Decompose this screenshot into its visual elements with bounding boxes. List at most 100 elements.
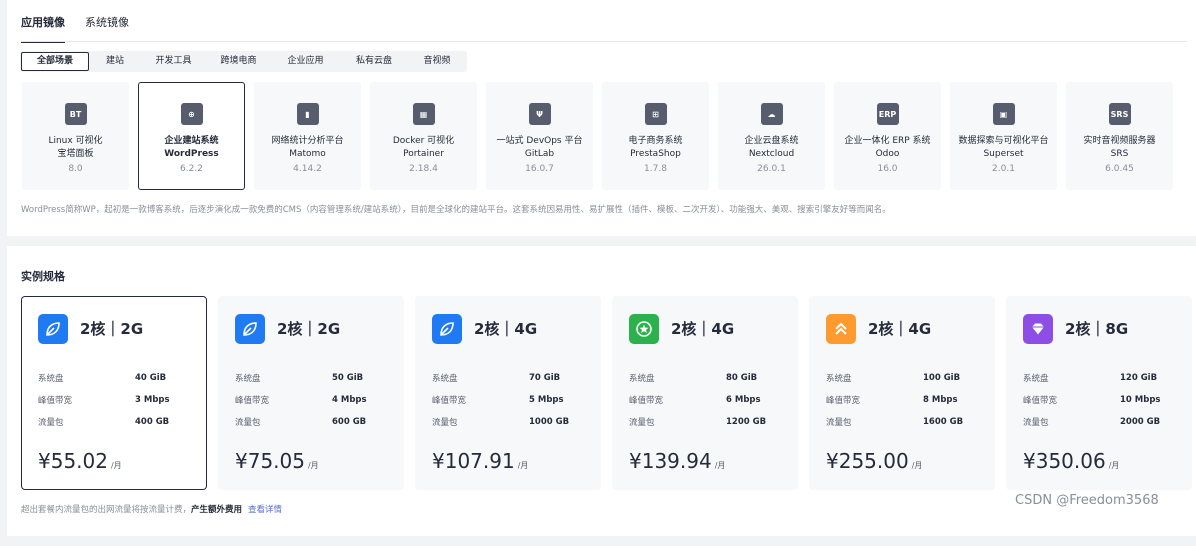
tab-app-image[interactable]: 应用镜像 — [21, 14, 65, 43]
image-selection-panel: 应用镜像 系统镜像 全部场景 建站 开发工具 跨境电商 企业应用 私有云盘 音视… — [7, 0, 1196, 236]
app-card[interactable]: ▮ 网络统计分析平台 Matomo 4.14.2 — [254, 82, 361, 190]
spec-value: 6 Mbps — [726, 395, 761, 405]
bt-panel-icon: BT — [64, 103, 87, 125]
app-name-line2: PrestaShop — [630, 149, 681, 159]
spec-row-bandwidth: 峰值带宽 10 Mbps — [1023, 389, 1183, 411]
image-tabs: 应用镜像 系统镜像 — [21, 14, 129, 43]
app-name: 企业建站系统 WordPress — [139, 135, 244, 161]
app-card[interactable]: ☁ 企业云盘系统 Nextcloud 26.0.1 — [718, 82, 825, 190]
app-name-line1: 数据探索与可视化平台 — [958, 136, 1049, 146]
app-name-line1: 电子商务系统 — [628, 136, 683, 146]
spec-value: 1200 GB — [726, 417, 767, 427]
app-name-line2: SRS — [1110, 149, 1129, 159]
app-card[interactable]: ▦ Docker 可视化 Portainer 2.18.4 — [370, 82, 477, 190]
spec-label: 峰值带宽 — [1023, 396, 1058, 406]
spec-row-disk: 系统盘 70 GiB — [432, 367, 592, 389]
app-card[interactable]: ⊞ 电子商务系统 PrestaShop 1.7.8 — [602, 82, 709, 190]
scene-dev-tools[interactable]: 开发工具 — [141, 52, 206, 71]
spec-value: 40 GiB — [135, 373, 167, 383]
app-name: 数据探索与可视化平台 Superset — [951, 135, 1056, 161]
spec-label: 系统盘 — [38, 374, 64, 384]
app-card[interactable]: ERP 企业一体化 ERP 系统 Odoo 16.0 — [834, 82, 941, 190]
app-name-line2: GitLab — [524, 149, 555, 159]
spec-row-traffic: 流量包 1600 GB — [826, 411, 986, 433]
prestashop-icon: ⊞ — [644, 103, 667, 125]
spec-row-disk: 系统盘 120 GiB — [1023, 367, 1183, 389]
spec-label: 峰值带宽 — [629, 396, 664, 406]
spec-details: 系统盘 80 GiB 峰值带宽 6 Mbps 流量包 1200 GB — [629, 367, 789, 433]
spec-row-disk: 系统盘 40 GiB — [38, 367, 198, 389]
app-name-line1: 企业一体化 ERP 系统 — [844, 136, 931, 146]
price-amount: ¥255.00 — [826, 449, 909, 473]
scene-audio-video[interactable]: 音视频 — [408, 52, 466, 71]
watermark: CSDN @Freedom3568 — [1015, 493, 1159, 508]
spec-title: 2核｜8G — [1065, 320, 1129, 338]
app-version: 16.0 — [877, 164, 898, 174]
spec-row-traffic: 流量包 1200 GB — [629, 411, 789, 433]
app-name-line1: 网络统计分析平台 — [271, 136, 344, 146]
matomo-icon: ▮ — [296, 103, 319, 125]
spec-details: 系统盘 40 GiB 峰值带宽 3 Mbps 流量包 400 GB — [38, 367, 198, 433]
app-name-line2: Matomo — [289, 149, 326, 159]
traffic-notice: 超出套餐内流量包的出网流量将按流量计费，产生额外费用 查看详情 — [21, 503, 282, 515]
superset-icon: ▣ — [992, 103, 1015, 125]
price-unit: /月 — [911, 461, 923, 470]
spec-label: 流量包 — [235, 418, 261, 428]
spec-price: ¥350.06/月 — [1023, 449, 1119, 473]
spec-row-bandwidth: 峰值带宽 6 Mbps — [629, 389, 789, 411]
tab-system-image[interactable]: 系统镜像 — [85, 14, 129, 43]
app-version: 4.14.2 — [293, 164, 322, 174]
price-unit: /月 — [110, 461, 122, 470]
app-version: 6.2.2 — [180, 164, 203, 174]
spec-price: ¥55.02/月 — [38, 449, 122, 473]
spec-label: 峰值带宽 — [235, 396, 270, 406]
spec-label: 流量包 — [432, 418, 458, 428]
price-amount: ¥107.91 — [432, 449, 515, 473]
spec-card[interactable]: 2核｜2G 系统盘 50 GiB 峰值带宽 4 Mbps 流量包 600 GB ¥75.05/… — [218, 296, 404, 490]
spec-label: 系统盘 — [432, 374, 458, 384]
spec-value: 1600 GB — [923, 417, 964, 427]
app-name-line1: Linux 可视化 — [48, 136, 103, 146]
app-card[interactable]: SRS 实时音视频服务器 SRS 6.0.45 — [1066, 82, 1173, 190]
spec-row-traffic: 流量包 400 GB — [38, 411, 198, 433]
scene-cross-border-ecommerce[interactable]: 跨境电商 — [206, 52, 271, 71]
spec-title: 2核｜2G — [80, 320, 144, 338]
notice-emphasis: 产生额外费用 — [191, 505, 243, 515]
scene-all[interactable]: 全部场景 — [21, 52, 89, 71]
app-name-line2: WordPress — [164, 149, 219, 159]
spec-card[interactable]: 2核｜2G 系统盘 40 GiB 峰值带宽 3 Mbps 流量包 400 GB ¥55.02/… — [21, 296, 207, 490]
app-card[interactable]: Ψ 一站式 DevOps 平台 GitLab 16.0.7 — [486, 82, 593, 190]
spec-value: 400 GB — [135, 417, 170, 427]
tabs-divider — [21, 41, 1186, 42]
spec-row-bandwidth: 峰值带宽 4 Mbps — [235, 389, 395, 411]
app-card[interactable]: ▣ 数据探索与可视化平台 Superset 2.0.1 — [950, 82, 1057, 190]
price-amount: ¥139.94 — [629, 449, 712, 473]
app-version: 16.0.7 — [525, 164, 554, 174]
app-version: 8.0 — [68, 164, 83, 174]
spec-value: 10 Mbps — [1120, 395, 1161, 405]
spec-value: 70 GiB — [529, 373, 561, 383]
app-name-line1: 企业建站系统 — [164, 136, 219, 146]
price-amount: ¥55.02 — [38, 449, 108, 473]
spec-title: 2核｜4G — [868, 320, 932, 338]
app-name-line1: 企业云盘系统 — [744, 136, 799, 146]
price-amount: ¥75.05 — [235, 449, 305, 473]
spec-row-bandwidth: 峰值带宽 5 Mbps — [432, 389, 592, 411]
spec-row-bandwidth: 峰值带宽 3 Mbps — [38, 389, 198, 411]
app-name: 实时音视频服务器 SRS — [1067, 135, 1172, 161]
scene-private-cloud-disk[interactable]: 私有云盘 — [340, 52, 408, 71]
spec-value: 5 Mbps — [529, 395, 564, 405]
app-name-line1: Docker 可视化 — [392, 136, 455, 146]
view-details-link[interactable]: 查看详情 — [248, 505, 282, 515]
scene-website[interactable]: 建站 — [89, 52, 141, 71]
spec-card[interactable]: 2核｜4G 系统盘 70 GiB 峰值带宽 5 Mbps 流量包 1000 GB ¥107.9… — [415, 296, 601, 490]
app-card[interactable]: ⊕ 企业建站系统 WordPress 6.2.2 — [138, 82, 245, 190]
spec-value: 120 GiB — [1120, 373, 1158, 383]
app-name: 网络统计分析平台 Matomo — [255, 135, 360, 161]
wordpress-icon: ⊕ — [180, 103, 203, 125]
app-card[interactable]: BT Linux 可视化 宝塔面板 8.0 — [22, 82, 129, 190]
spec-card[interactable]: 2核｜4G 系统盘 80 GiB 峰值带宽 6 Mbps 流量包 1200 GB ¥139.9… — [612, 296, 798, 490]
spec-card[interactable]: 2核｜4G 系统盘 100 GiB 峰值带宽 8 Mbps 流量包 1600 GB ¥255.… — [809, 296, 995, 490]
spec-card[interactable]: 2核｜8G 系统盘 120 GiB 峰值带宽 10 Mbps 流量包 2000 GB ¥350… — [1006, 296, 1192, 490]
scene-enterprise-apps[interactable]: 企业应用 — [271, 52, 340, 71]
